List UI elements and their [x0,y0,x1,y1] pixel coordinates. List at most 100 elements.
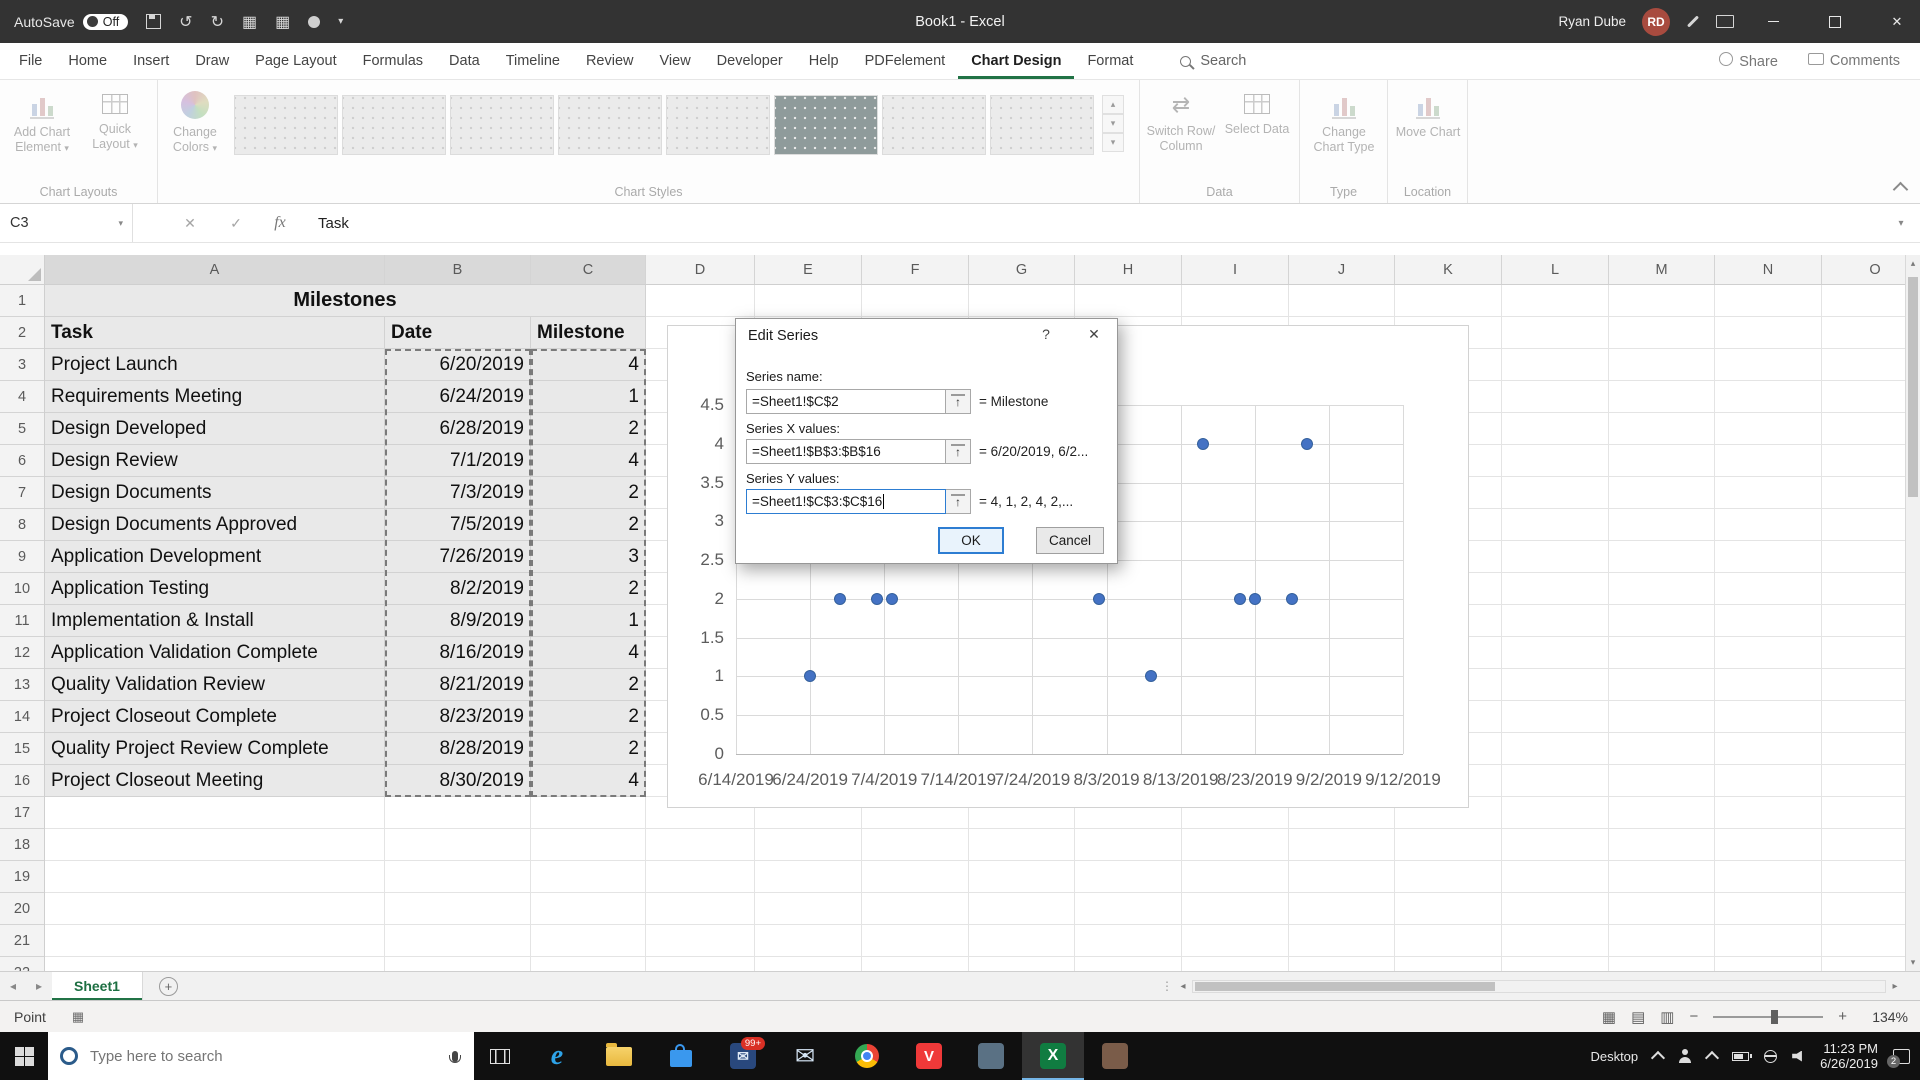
cell-H21[interactable] [1075,925,1182,957]
cell-L20[interactable] [1502,893,1609,925]
mail-icon[interactable]: ✉ [774,1032,836,1080]
chart-style-8[interactable] [990,95,1094,155]
data-point[interactable] [1093,593,1105,605]
cell-B18[interactable] [385,829,531,861]
cell-G1[interactable] [969,285,1075,317]
zoom-in-icon[interactable]: + [1838,1008,1847,1025]
cell-L8[interactable] [1502,509,1609,541]
record-macro-button[interactable] [308,16,320,28]
avatar[interactable]: RD [1642,8,1670,36]
cell-H20[interactable] [1075,893,1182,925]
cell-B17[interactable] [385,797,531,829]
cell-J18[interactable] [1289,829,1395,861]
cell-B6[interactable]: 7/1/2019 [385,445,531,477]
row-header-22[interactable]: 22 [0,957,44,971]
cell-A15[interactable]: Quality Project Review Complete [45,733,385,765]
cell-I20[interactable] [1182,893,1289,925]
row-header-6[interactable]: 6 [0,445,44,477]
formula-input[interactable]: Task [318,204,349,242]
close-button[interactable]: ✕ [1874,0,1920,43]
cell-E18[interactable] [755,829,862,861]
formula-bar-expand-icon[interactable]: ▾ [1890,204,1912,242]
cell-F18[interactable] [862,829,969,861]
cell-A5[interactable]: Design Developed [45,413,385,445]
cell-A8[interactable]: Design Documents Approved [45,509,385,541]
row-header-4[interactable]: 4 [0,381,44,413]
minimize-button[interactable] [1750,0,1796,43]
cell-M12[interactable] [1609,637,1715,669]
cell-B9[interactable]: 7/26/2019 [385,541,531,573]
show-hidden-icons-chevron[interactable] [1705,1050,1719,1064]
data-point[interactable] [886,593,898,605]
cell-C20[interactable] [531,893,646,925]
row-header-9[interactable]: 9 [0,541,44,573]
cell-E20[interactable] [755,893,862,925]
tab-review[interactable]: Review [573,43,647,79]
cell-F21[interactable] [862,925,969,957]
cell-F19[interactable] [862,861,969,893]
data-point[interactable] [1301,438,1313,450]
cell-L16[interactable] [1502,765,1609,797]
col-header-I[interactable]: I [1182,255,1289,285]
scroll-down-icon[interactable]: ▾ [1906,957,1920,968]
col-header-N[interactable]: N [1715,255,1822,285]
row-header-11[interactable]: 11 [0,605,44,637]
name-box[interactable]: C3 ▾ [0,204,133,242]
cell-M5[interactable] [1609,413,1715,445]
row-header-7[interactable]: 7 [0,477,44,509]
row-header-19[interactable]: 19 [0,861,44,893]
cell-B10[interactable]: 8/2/2019 [385,573,531,605]
col-header-E[interactable]: E [755,255,862,285]
cell-I21[interactable] [1182,925,1289,957]
cell-K19[interactable] [1395,861,1502,893]
page-layout-view-icon[interactable]: ▤ [1631,1008,1645,1026]
cell-B12[interactable]: 8/16/2019 [385,637,531,669]
cell-C3[interactable]: 4 [531,349,646,381]
cell-N8[interactable] [1715,509,1822,541]
cell-L19[interactable] [1502,861,1609,893]
taskbar-search[interactable] [48,1032,474,1080]
cell-N17[interactable] [1715,797,1822,829]
tab-file[interactable]: File [6,43,55,79]
tab-formulas[interactable]: Formulas [350,43,436,79]
row-header-16[interactable]: 16 [0,765,44,797]
cell-L2[interactable] [1502,317,1609,349]
cell-M16[interactable] [1609,765,1715,797]
cell-N2[interactable] [1715,317,1822,349]
data-point[interactable] [1234,593,1246,605]
cell-A13[interactable]: Quality Validation Review [45,669,385,701]
hscroll-thumb[interactable] [1195,982,1495,991]
tab-view[interactable]: View [647,43,704,79]
cell-K21[interactable] [1395,925,1502,957]
collapse-dialog-icon[interactable]: ↑ [946,489,971,514]
inking-icon[interactable] [1687,15,1699,27]
outlook-icon[interactable]: ✉99+ [712,1032,774,1080]
dialog-close-button[interactable]: ✕ [1081,326,1107,343]
cell-E21[interactable] [755,925,862,957]
cell-M21[interactable] [1609,925,1715,957]
vivaldi-icon[interactable]: V [898,1032,960,1080]
cell-J1[interactable] [1289,285,1395,317]
tab-page-layout[interactable]: Page Layout [242,43,349,79]
cell-N19[interactable] [1715,861,1822,893]
data-point[interactable] [1145,670,1157,682]
cell-D19[interactable] [646,861,755,893]
row-header-18[interactable]: 18 [0,829,44,861]
cell-A1[interactable]: Milestones [45,285,646,317]
cell-C7[interactable]: 2 [531,477,646,509]
cell-B19[interactable] [385,861,531,893]
sheet-nav-left-icon[interactable]: ◂ [0,979,26,993]
tab-format[interactable]: Format [1074,43,1146,79]
task-view-button[interactable] [474,1032,526,1080]
cell-C4[interactable]: 1 [531,381,646,413]
cell-G19[interactable] [969,861,1075,893]
tab-chart-design[interactable]: Chart Design [958,43,1074,79]
cell-N15[interactable] [1715,733,1822,765]
cell-N22[interactable] [1715,957,1822,971]
cell-H22[interactable] [1075,957,1182,971]
cell-C14[interactable]: 2 [531,701,646,733]
series-x-values-input[interactable]: =Sheet1!$B$3:$B$16 [746,439,946,464]
data-point[interactable] [1286,593,1298,605]
cell-A3[interactable]: Project Launch [45,349,385,381]
cell-A14[interactable]: Project Closeout Complete [45,701,385,733]
